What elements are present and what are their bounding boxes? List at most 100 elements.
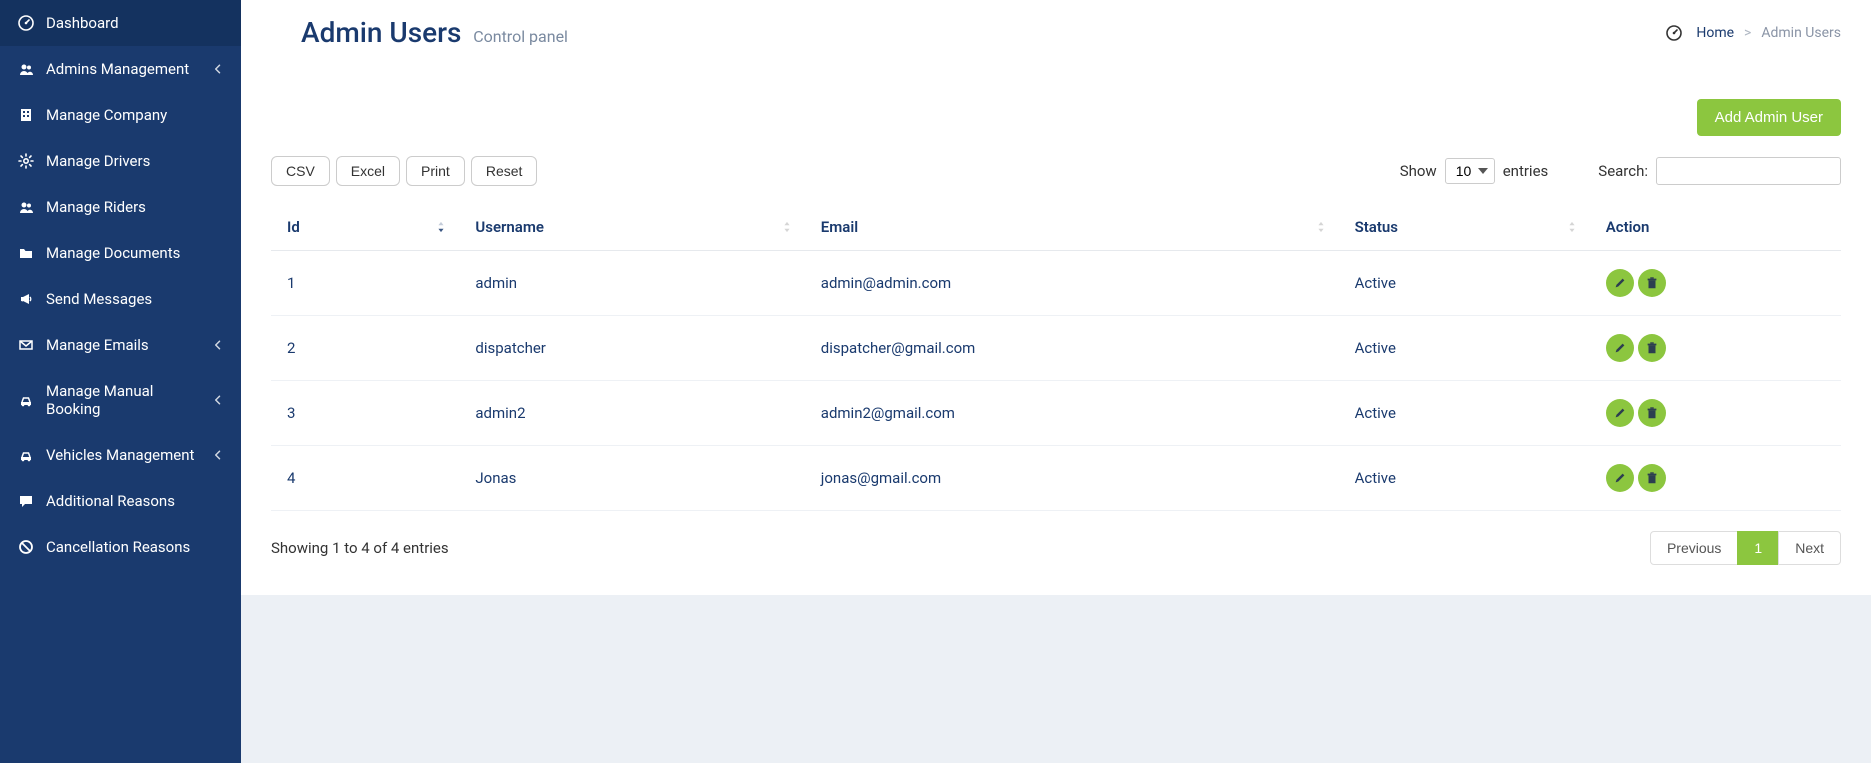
chevron-left-icon — [211, 338, 225, 352]
comment-icon — [16, 493, 36, 509]
sidebar-item-manage-documents[interactable]: Manage Documents — [0, 230, 241, 276]
cell-username: dispatcher — [459, 316, 804, 381]
cell-username: admin2 — [459, 381, 804, 446]
sidebar-item-cancellation-reasons[interactable]: Cancellation Reasons — [0, 524, 241, 570]
sidebar-item-manage-manual-booking[interactable]: Manage Manual Booking — [0, 368, 241, 432]
pagination-previous[interactable]: Previous — [1650, 531, 1738, 565]
export-excel-button[interactable]: Excel — [336, 156, 400, 186]
sidebar-item-label: Manage Documents — [46, 244, 225, 262]
sort-icon — [1566, 220, 1578, 234]
building-icon — [16, 107, 36, 123]
sidebar-item-send-messages[interactable]: Send Messages — [0, 276, 241, 322]
column-header-status[interactable]: Status — [1339, 204, 1590, 251]
content-body: Add Admin User CSV Excel Print Reset Sho… — [241, 69, 1871, 595]
main-content: Admin Users Control panel Home > Admin U… — [241, 0, 1871, 763]
chevron-left-icon — [211, 448, 225, 462]
edit-button[interactable] — [1606, 269, 1634, 297]
sidebar-item-vehicles-management[interactable]: Vehicles Management — [0, 432, 241, 478]
add-admin-user-button[interactable]: Add Admin User — [1697, 99, 1841, 136]
sidebar-item-manage-company[interactable]: Manage Company — [0, 92, 241, 138]
cell-action — [1590, 251, 1841, 316]
folder-icon — [16, 245, 36, 261]
sidebar-item-label: Additional Reasons — [46, 492, 225, 510]
page-title: Admin Users — [301, 16, 461, 49]
sidebar-item-additional-reasons[interactable]: Additional Reasons — [0, 478, 241, 524]
export-csv-button[interactable]: CSV — [271, 156, 330, 186]
edit-button[interactable] — [1606, 334, 1634, 362]
pagination-page-1[interactable]: 1 — [1737, 531, 1779, 565]
cell-status: Active — [1339, 316, 1590, 381]
sidebar-item-label: Admins Management — [46, 60, 211, 78]
car-icon — [16, 392, 36, 408]
breadcrumb: Home > Admin Users — [1666, 25, 1841, 41]
cell-id: 1 — [271, 251, 459, 316]
column-header-email[interactable]: Email — [805, 204, 1339, 251]
chevron-left-icon — [211, 62, 225, 76]
print-button[interactable]: Print — [406, 156, 465, 186]
sidebar-item-dashboard[interactable]: Dashboard — [0, 0, 241, 46]
show-label: Show — [1400, 162, 1437, 180]
admin-users-table: Id Username Email Status — [271, 204, 1841, 511]
sidebar-item-label: Cancellation Reasons — [46, 538, 225, 556]
dashboard-icon — [1666, 25, 1682, 41]
search-input[interactable] — [1656, 157, 1841, 185]
sort-icon — [781, 220, 793, 234]
page-subtitle: Control panel — [473, 27, 568, 46]
table-row: 3admin2admin2@gmail.comActive — [271, 381, 1841, 446]
dashboard-icon — [16, 15, 36, 31]
column-header-id[interactable]: Id — [271, 204, 459, 251]
sidebar-item-label: Manage Company — [46, 106, 225, 124]
sidebar-item-manage-riders[interactable]: Manage Riders — [0, 184, 241, 230]
sort-icon — [435, 220, 447, 234]
sidebar-item-manage-emails[interactable]: Manage Emails — [0, 322, 241, 368]
table-row: 4Jonasjonas@gmail.comActive — [271, 446, 1841, 511]
column-header-username[interactable]: Username — [459, 204, 804, 251]
gear-icon — [16, 153, 36, 169]
table-row: 1adminadmin@admin.comActive — [271, 251, 1841, 316]
sidebar-item-label: Manage Drivers — [46, 152, 225, 170]
cell-action — [1590, 316, 1841, 381]
content-header: Admin Users Control panel Home > Admin U… — [241, 0, 1871, 69]
ban-icon — [16, 539, 36, 555]
delete-button[interactable] — [1638, 464, 1666, 492]
sidebar: Dashboard Admins Management Manage Company… — [0, 0, 241, 763]
page-length-select[interactable]: 10 — [1445, 158, 1495, 184]
cell-email: jonas@gmail.com — [805, 446, 1339, 511]
entries-label: entries — [1503, 162, 1549, 180]
cell-email: admin2@gmail.com — [805, 381, 1339, 446]
cell-username: Jonas — [459, 446, 804, 511]
car-icon — [16, 447, 36, 463]
cell-email: dispatcher@gmail.com — [805, 316, 1339, 381]
delete-button[interactable] — [1638, 399, 1666, 427]
search-label: Search: — [1598, 162, 1648, 180]
pagination-next[interactable]: Next — [1778, 531, 1841, 565]
sidebar-item-manage-drivers[interactable]: Manage Drivers — [0, 138, 241, 184]
envelope-icon — [16, 337, 36, 353]
sidebar-item-label: Send Messages — [46, 290, 225, 308]
sidebar-item-label: Manage Emails — [46, 336, 211, 354]
cell-action — [1590, 446, 1841, 511]
cell-status: Active — [1339, 251, 1590, 316]
table-footer: Showing 1 to 4 of 4 entries Previous 1 N… — [271, 531, 1841, 565]
table-row: 2dispatcherdispatcher@gmail.comActive — [271, 316, 1841, 381]
cell-email: admin@admin.com — [805, 251, 1339, 316]
cell-id: 4 — [271, 446, 459, 511]
breadcrumb-separator: > — [1744, 25, 1751, 41]
sort-icon — [1315, 220, 1327, 234]
cell-status: Active — [1339, 446, 1590, 511]
pagination: Previous 1 Next — [1650, 531, 1841, 565]
table-info: Showing 1 to 4 of 4 entries — [271, 539, 449, 557]
cell-status: Active — [1339, 381, 1590, 446]
edit-button[interactable] — [1606, 464, 1634, 492]
bullhorn-icon — [16, 291, 36, 307]
delete-button[interactable] — [1638, 334, 1666, 362]
reset-button[interactable]: Reset — [471, 156, 538, 186]
sidebar-item-label: Manage Manual Booking — [46, 382, 211, 418]
cell-id: 3 — [271, 381, 459, 446]
table-toolbar: CSV Excel Print Reset Show 10 entries Se… — [271, 156, 1841, 186]
breadcrumb-home[interactable]: Home — [1696, 25, 1734, 41]
breadcrumb-current: Admin Users — [1761, 25, 1841, 41]
sidebar-item-admins-management[interactable]: Admins Management — [0, 46, 241, 92]
edit-button[interactable] — [1606, 399, 1634, 427]
delete-button[interactable] — [1638, 269, 1666, 297]
